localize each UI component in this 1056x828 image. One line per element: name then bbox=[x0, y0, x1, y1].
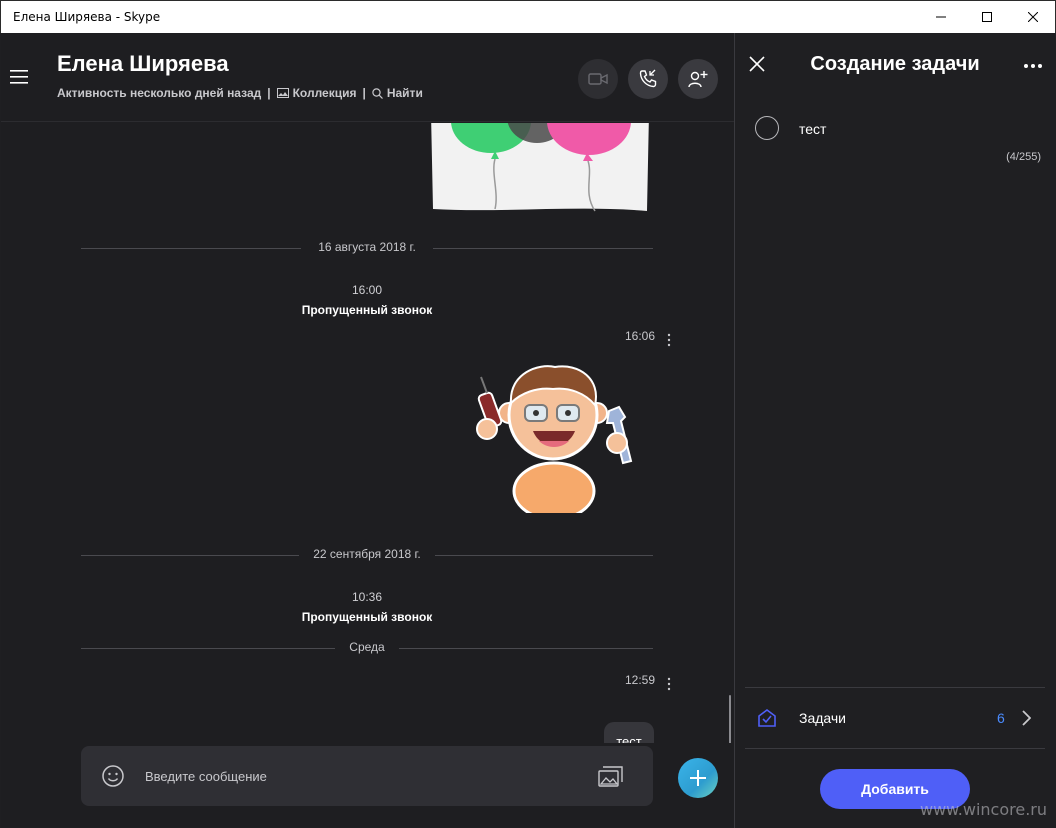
plus-icon bbox=[690, 770, 706, 786]
close-icon bbox=[1028, 12, 1038, 22]
tasks-count-badge: 6 bbox=[997, 710, 1005, 726]
date-label: 22 сентября 2018 г. bbox=[313, 547, 421, 561]
task-checkbox[interactable] bbox=[755, 116, 779, 140]
activity-status: Активность несколько дней назад bbox=[57, 86, 262, 100]
add-content-button[interactable] bbox=[678, 758, 718, 798]
date-separator: 22 сентября 2018 г. bbox=[81, 547, 653, 563]
message-composer bbox=[81, 746, 653, 806]
maximize-button[interactable] bbox=[964, 1, 1010, 33]
scrollbar-thumb[interactable] bbox=[729, 695, 731, 743]
chat-header: Елена Ширяева Активность несколько дней … bbox=[1, 33, 734, 122]
header-meta: Активность несколько дней назад | Коллек… bbox=[57, 86, 423, 100]
panel-title: Создание задачи bbox=[810, 53, 980, 75]
call-time: 16:00 bbox=[351, 283, 383, 297]
contact-name[interactable]: Елена Ширяева bbox=[57, 51, 229, 77]
meta-separator: | bbox=[267, 86, 271, 100]
chat-panel: Елена Ширяева Активность несколько дней … bbox=[1, 33, 734, 827]
missed-call-label: Пропущенный звонок bbox=[301, 610, 433, 624]
video-call-button[interactable] bbox=[578, 59, 618, 99]
audio-call-button[interactable] bbox=[628, 59, 668, 99]
date-separator: Среда bbox=[81, 640, 653, 656]
add-participant-button[interactable] bbox=[678, 59, 718, 99]
meta-separator: | bbox=[362, 86, 366, 100]
more-options-icon[interactable] bbox=[667, 677, 671, 691]
message-bubble[interactable]: тест bbox=[604, 722, 654, 743]
message-input[interactable] bbox=[145, 766, 575, 786]
message-list[interactable]: 16 августа 2018 г. 16:00 Пропущенный зво… bbox=[1, 123, 734, 743]
more-options-icon[interactable] bbox=[1023, 63, 1043, 69]
date-separator: 16 августа 2018 г. bbox=[81, 240, 653, 256]
hamburger-menu-icon[interactable] bbox=[10, 69, 30, 85]
chevron-right-icon bbox=[1022, 710, 1031, 726]
create-task-panel: Создание задачи тест (4/255) Задачи 6 До… bbox=[735, 33, 1055, 827]
watermark: www.wincore.ru bbox=[920, 800, 1048, 819]
balloons-image[interactable] bbox=[429, 123, 649, 221]
gallery-icon bbox=[276, 88, 289, 98]
collection-link[interactable]: Коллекция bbox=[293, 86, 357, 100]
window-title: Елена Ширяева - Skype bbox=[13, 10, 161, 24]
task-text-input[interactable]: тест bbox=[799, 121, 826, 137]
phone-call-icon bbox=[639, 69, 657, 88]
missed-call-label: Пропущенный звонок bbox=[301, 303, 433, 317]
tasks-label: Задачи bbox=[799, 710, 847, 726]
emoji-icon[interactable] bbox=[101, 764, 125, 788]
media-gallery-icon[interactable] bbox=[598, 766, 624, 788]
character-count: (4/255) bbox=[1006, 151, 1041, 163]
title-bar: Елена Ширяева - Skype bbox=[0, 0, 1056, 33]
add-person-icon bbox=[688, 71, 708, 88]
date-label: 16 августа 2018 г. bbox=[318, 240, 416, 254]
message-time: 12:59 bbox=[625, 673, 656, 687]
minimize-button[interactable] bbox=[918, 1, 964, 33]
find-link[interactable]: Найти bbox=[387, 86, 423, 100]
tasks-list-row[interactable]: Задачи 6 bbox=[745, 688, 1045, 748]
maximize-icon bbox=[982, 12, 992, 22]
divider bbox=[745, 748, 1045, 749]
more-options-icon[interactable] bbox=[667, 333, 671, 347]
date-label: Среда bbox=[349, 640, 385, 654]
call-time: 10:36 bbox=[351, 590, 383, 604]
message-time: 16:06 bbox=[625, 329, 656, 343]
minimize-icon bbox=[936, 16, 946, 18]
tasks-house-check-icon bbox=[758, 709, 776, 727]
video-camera-icon bbox=[588, 73, 608, 85]
close-window-button[interactable] bbox=[1010, 1, 1056, 33]
handyman-sticker[interactable] bbox=[469, 363, 649, 513]
search-icon bbox=[372, 87, 383, 99]
